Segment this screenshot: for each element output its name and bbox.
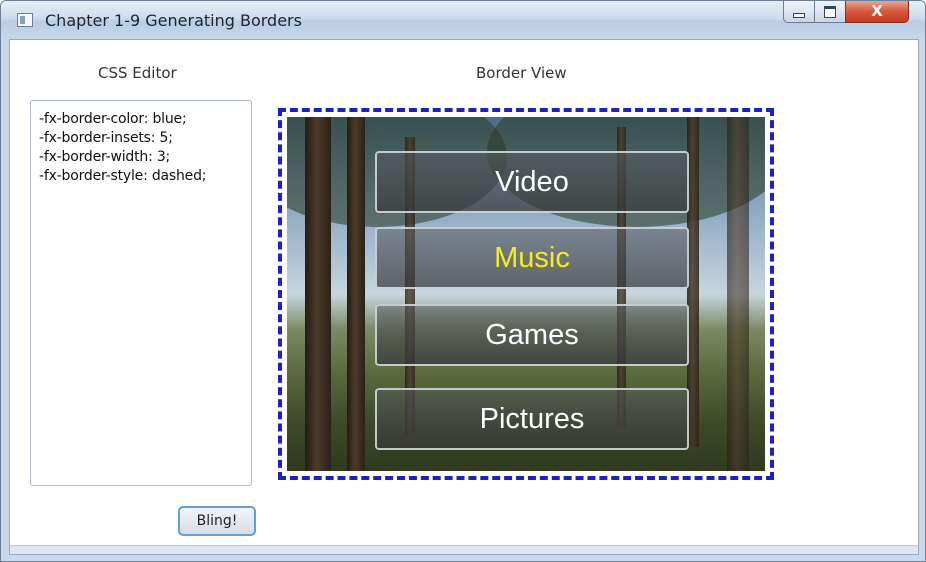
menu-games-button[interactable]: Games	[375, 304, 689, 366]
css-line: -fx-border-color: blue;	[39, 111, 187, 127]
menu-pictures-button[interactable]: Pictures	[375, 388, 689, 450]
border-view-frame: Video Music Games Pictures	[278, 108, 774, 480]
maximize-icon	[824, 5, 836, 18]
tree-trunk	[305, 117, 331, 471]
maximize-button[interactable]	[814, 1, 846, 23]
title-bar[interactable]: Chapter 1-9 Generating Borders X	[1, 1, 925, 39]
bling-button[interactable]: Bling!	[178, 506, 256, 536]
css-line: -fx-border-width: 3;	[39, 149, 171, 165]
client-area: CSS Editor Border View -fx-border-color:…	[9, 39, 919, 555]
app-window: Chapter 1-9 Generating Borders X CSS Edi…	[0, 0, 926, 562]
css-editor-label: CSS Editor	[98, 64, 177, 82]
minimize-button[interactable]	[783, 1, 815, 23]
menu-music-button[interactable]: Music	[375, 227, 689, 289]
tree-trunk	[727, 117, 749, 471]
menu-video-button[interactable]: Video	[375, 151, 689, 213]
window-title: Chapter 1-9 Generating Borders	[45, 11, 302, 30]
minimize-icon	[793, 12, 805, 18]
border-view-label: Border View	[476, 64, 567, 82]
close-button[interactable]: X	[845, 1, 909, 23]
css-editor-textarea[interactable]: -fx-border-color: blue; -fx-border-inset…	[30, 100, 252, 486]
app-window-icon[interactable]	[17, 13, 33, 27]
close-icon: X	[871, 2, 883, 20]
css-line: -fx-border-style: dashed;	[39, 168, 207, 184]
window-bottom-edge	[10, 545, 918, 554]
css-line: -fx-border-insets: 5;	[39, 130, 173, 146]
tree-trunk	[347, 117, 365, 471]
background-photo: Video Music Games Pictures	[287, 117, 765, 471]
